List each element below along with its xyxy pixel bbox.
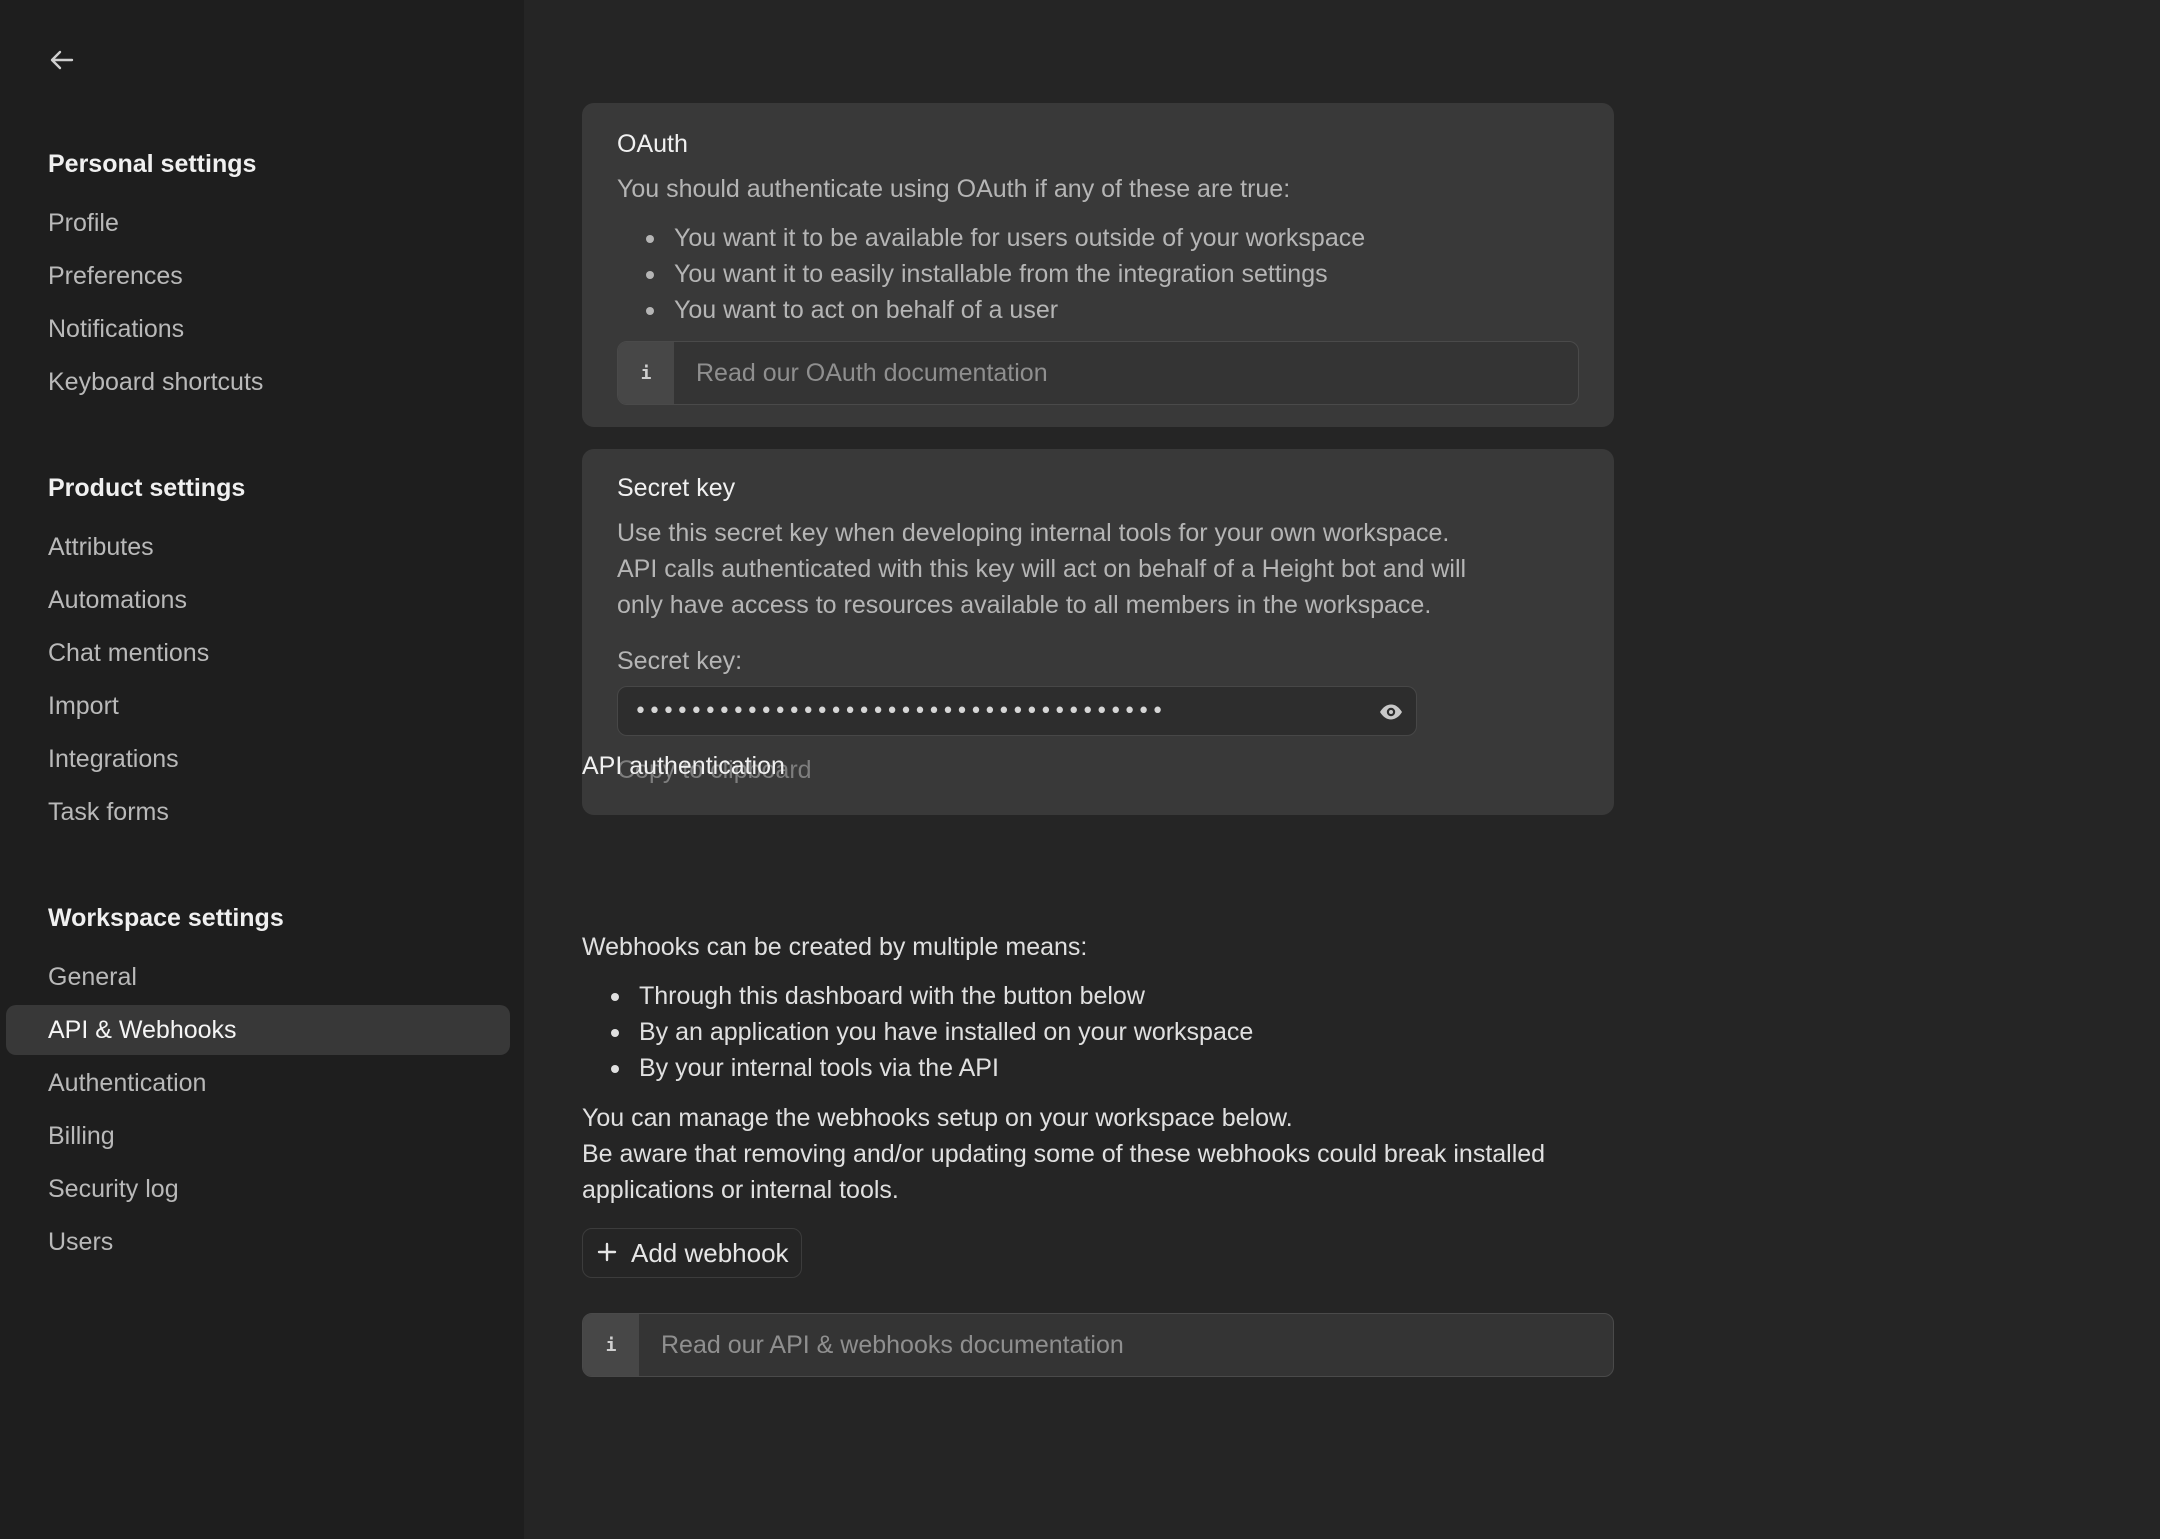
list-item: Through this dashboard with the button b… xyxy=(582,978,1253,1014)
sidebar-item-notifications[interactable]: Notifications xyxy=(6,304,510,354)
sidebar-item-chat-mentions[interactable]: Chat mentions xyxy=(6,628,510,678)
secret-field-label: Secret key: xyxy=(617,647,743,675)
sidebar-item-general[interactable]: General xyxy=(6,952,510,1002)
webhooks-manage-line-1: You can manage the webhooks setup on you… xyxy=(582,1104,1293,1132)
secret-description-line-2: API calls authenticated with this key wi… xyxy=(617,555,1467,583)
eye-icon[interactable] xyxy=(1378,699,1404,725)
sidebar-item-task-forms[interactable]: Task forms xyxy=(6,787,510,837)
sidebar-item-profile[interactable]: Profile xyxy=(6,198,510,248)
sidebar-item-users[interactable]: Users xyxy=(6,1217,510,1267)
section-title-product: Product settings xyxy=(48,474,246,502)
secret-key-title: Secret key xyxy=(617,474,736,502)
api-authentication-heading: API authentication xyxy=(582,752,785,780)
oauth-title: OAuth xyxy=(617,130,688,158)
sidebar-item-security-log[interactable]: Security log xyxy=(6,1164,510,1214)
webhooks-manage-line-2: Be aware that removing and/or updating s… xyxy=(582,1140,1546,1168)
list-item: By an application you have installed on … xyxy=(582,1014,1253,1050)
api-webhooks-doc-link[interactable]: i Read our API & webhooks documentation xyxy=(582,1313,1614,1377)
oauth-doc-link-text: Read our OAuth documentation xyxy=(696,358,1048,387)
secret-key-masked-value: •••••••••••••••••••••••••••••••••••••• xyxy=(634,698,1166,724)
settings-sidebar: Personal settings Profile Preferences No… xyxy=(0,0,524,1539)
secret-description-line-1: Use this secret key when developing inte… xyxy=(617,519,1450,547)
webhooks-intro: Webhooks can be created by multiple mean… xyxy=(582,933,1088,961)
list-item: By your internal tools via the API xyxy=(582,1050,1253,1086)
add-webhook-label: Add webhook xyxy=(631,1237,789,1268)
oauth-bullets: You want it to be available for users ou… xyxy=(617,220,1365,328)
sidebar-item-billing[interactable]: Billing xyxy=(6,1111,510,1161)
section-title-personal: Personal settings xyxy=(48,150,257,178)
add-webhook-button[interactable]: Add webhook xyxy=(582,1228,802,1278)
secret-key-field[interactable]: •••••••••••••••••••••••••••••••••••••• xyxy=(617,686,1417,736)
info-icon: i xyxy=(618,342,674,404)
list-item: You want it to easily installable from t… xyxy=(617,256,1365,292)
sidebar-item-automations[interactable]: Automations xyxy=(6,575,510,625)
oauth-intro: You should authenticate using OAuth if a… xyxy=(617,175,1291,203)
sidebar-item-preferences[interactable]: Preferences xyxy=(6,251,510,301)
sidebar-item-import[interactable]: Import xyxy=(6,681,510,731)
sidebar-item-keyboard-shortcuts[interactable]: Keyboard shortcuts xyxy=(6,357,510,407)
list-item: You want to act on behalf of a user xyxy=(617,292,1365,328)
oauth-doc-link[interactable]: i Read our OAuth documentation xyxy=(617,341,1579,405)
sidebar-item-api-webhooks[interactable]: API & Webhooks xyxy=(6,1005,510,1055)
plus-icon xyxy=(597,1238,617,1269)
api-webhooks-doc-link-text: Read our API & webhooks documentation xyxy=(661,1330,1124,1359)
oauth-card: OAuth You should authenticate using OAut… xyxy=(582,103,1614,427)
section-title-workspace: Workspace settings xyxy=(48,904,284,932)
sidebar-item-integrations[interactable]: Integrations xyxy=(6,734,510,784)
list-item: You want it to be available for users ou… xyxy=(617,220,1365,256)
sidebar-item-authentication[interactable]: Authentication xyxy=(6,1058,510,1108)
back-arrow-icon[interactable] xyxy=(46,44,78,76)
secret-description-line-3: only have access to resources available … xyxy=(617,591,1432,619)
sidebar-item-attributes[interactable]: Attributes xyxy=(6,522,510,572)
webhooks-manage-line-3: applications or internal tools. xyxy=(582,1176,899,1204)
webhooks-bullets: Through this dashboard with the button b… xyxy=(582,978,1253,1086)
info-icon: i xyxy=(583,1314,639,1376)
